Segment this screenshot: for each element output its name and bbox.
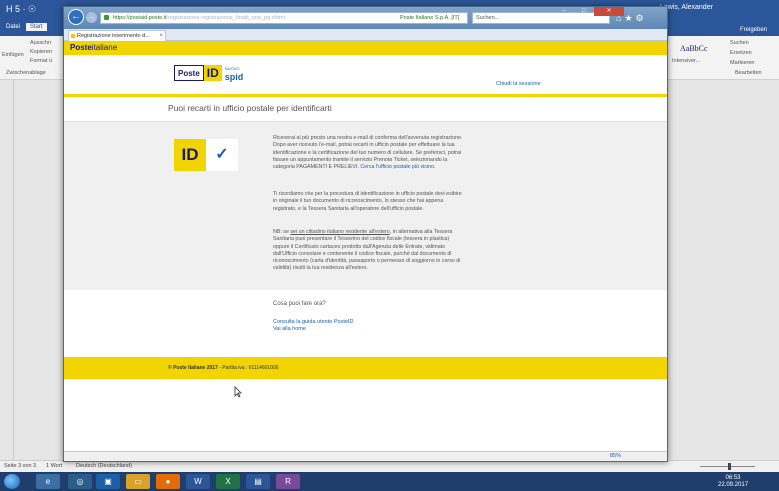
next-steps-title: Cosa puoi fare ora? — [273, 301, 326, 307]
page-count[interactable]: Seite 3 von 3 — [4, 463, 36, 469]
paragraph-confirmation: Riceverai al più presto una nostra e-mai… — [273, 135, 465, 171]
language-indicator[interactable]: Deutsch (Deutschland) — [76, 463, 132, 469]
format-painter-button[interactable]: Format ü — [30, 58, 52, 64]
spid-logo: NUOVO spid — [224, 65, 244, 82]
copy-button[interactable]: Kopieren — [30, 49, 52, 55]
browser-titlebar: ← → https://postaid.poste.it/registrazio… — [64, 7, 667, 29]
clock[interactable]: 06:53 22.09.2017 — [718, 475, 748, 489]
favorites-star-icon[interactable]: ★ — [624, 13, 635, 23]
lock-icon[interactable] — [104, 15, 109, 20]
user-guide-link[interactable]: Consulta la guida utente PosteID — [273, 319, 353, 325]
word-quick-access-toolbar[interactable]: H 5 · ☉ — [6, 4, 36, 15]
url-path: /registrazione-registrazione_finalit_ona… — [166, 15, 285, 21]
outlook-taskbar-icon[interactable]: ▣ — [96, 474, 120, 489]
explorer-taskbar-icon[interactable]: ▭ — [126, 474, 150, 489]
nb-text-a: NB: se — [273, 229, 291, 235]
footer-copyright: © Poste Italiane 2017 — [168, 365, 218, 371]
spid-text: spid — [224, 72, 244, 82]
cut-button[interactable]: Ausschn — [30, 40, 51, 46]
tab-title: Registrazione inserimento d... — [77, 33, 150, 39]
url-host: https://postaid.poste.it — [113, 15, 167, 21]
next-steps-area — [64, 290, 667, 360]
brand-rest: italiane — [91, 43, 118, 52]
site-identity[interactable]: Poste Italiane S.p.A. [IT] — [400, 12, 459, 24]
nb-text-b: , in alternativa alla Tessera Sanitaria … — [273, 229, 461, 272]
share-button[interactable]: Freigeben — [740, 27, 767, 33]
word-tab-start[interactable]: Start — [26, 23, 47, 31]
style-name[interactable]: Intensiver... — [672, 58, 700, 64]
page-viewport: Posteitaliane Poste ID NUOVO spid Chiudi … — [64, 41, 667, 451]
browser-tabbar: Registrazione inserimento d... × — [64, 29, 667, 41]
start-button[interactable] — [4, 474, 20, 489]
minimize-icon[interactable]: – — [554, 7, 574, 16]
favicon-icon — [71, 34, 75, 38]
logo-poste: Poste — [174, 65, 204, 81]
paragraph-documents: Ti ricordiamo che per la procedura di id… — [273, 191, 462, 212]
zoom-slider-thumb[interactable] — [728, 463, 731, 470]
media-taskbar-icon[interactable]: ◎ — [68, 474, 92, 489]
app-taskbar-icon[interactable]: R — [276, 474, 300, 489]
brand-bold: Poste — [70, 43, 92, 52]
settings-gear-icon[interactable]: ⚙ — [636, 13, 647, 23]
paste-button[interactable]: Einfügen — [2, 52, 24, 58]
footer-vat: - Partita iva : 01114601006 — [217, 365, 279, 371]
id-badge-icon: ID — [174, 139, 206, 171]
word-count[interactable]: 1 Wort — [46, 463, 62, 469]
zoom-level[interactable]: 85% — [610, 453, 621, 459]
posteid-logo[interactable]: Poste ID NUOVO spid — [174, 64, 243, 82]
home-link[interactable]: Vai alla home — [273, 326, 306, 332]
page-title: Puoi recarti in ufficio postale per iden… — [168, 103, 332, 113]
editing-group-label: Bearbeiten — [735, 70, 762, 76]
poste-brand[interactable]: Posteitaliane — [70, 43, 117, 52]
browser-statusbar: 85% — [64, 451, 667, 461]
select-button[interactable]: Markieren — [730, 60, 754, 66]
style-preview[interactable]: AaBbCc — [680, 44, 708, 53]
docs-taskbar-icon[interactable]: ▤ — [246, 474, 270, 489]
maximize-icon[interactable]: □ — [574, 7, 594, 16]
page-footer: © Poste Italiane 2017 - Partita iva : 01… — [64, 357, 667, 379]
word-tab-file[interactable]: Datei — [6, 24, 20, 30]
find-post-office-link[interactable]: Cerca l'ufficio postale più vicino. — [360, 164, 435, 170]
clock-time: 06:53 — [725, 475, 741, 481]
citizen-abroad-link[interactable]: sei un cittadino italiano residente all'… — [290, 229, 389, 235]
clipboard-group-label: Zwischenablage — [6, 70, 46, 76]
forward-arrow-icon[interactable]: → — [86, 12, 97, 23]
taskbar: e ◎ ▣ ▭ ● W X ▤ R 06:53 22.09.2017 — [0, 472, 779, 491]
ie-taskbar-icon[interactable]: e — [36, 474, 60, 489]
page-header: Poste ID NUOVO spid Chiudi la sessione — [64, 55, 667, 97]
mouse-cursor-icon — [234, 386, 242, 398]
tab-close-icon[interactable]: × — [159, 31, 163, 41]
window-controls: – □ ✕ — [554, 7, 624, 16]
excel-taskbar-icon[interactable]: X — [216, 474, 240, 489]
clock-date: 22.09.2017 — [718, 482, 749, 488]
browser-toolbar-icons: ⌂★⚙ — [616, 13, 647, 24]
paragraph-nb: NB: se sei un cittadino italiano residen… — [273, 229, 465, 273]
logo-id: ID — [203, 65, 222, 81]
poste-top-bar: Posteitaliane — [64, 41, 667, 55]
footer-text: © Poste Italiane 2017 - Partita iva : 01… — [168, 365, 279, 371]
search-button[interactable]: Suchen — [730, 40, 749, 46]
word-taskbar-icon[interactable]: W — [186, 474, 210, 489]
replace-button[interactable]: Ersetzen — [730, 50, 752, 56]
checkmark-icon: ✓ — [206, 139, 238, 171]
browser-window: ← → https://postaid.poste.it/registrazio… — [63, 6, 668, 462]
back-arrow-icon[interactable]: ← — [68, 9, 84, 25]
logout-link[interactable]: Chiudi la sessione — [496, 81, 541, 87]
browser-tab[interactable]: Registrazione inserimento d... × — [68, 30, 166, 41]
firefox-taskbar-icon[interactable]: ● — [156, 474, 180, 489]
vertical-ruler — [0, 80, 14, 460]
